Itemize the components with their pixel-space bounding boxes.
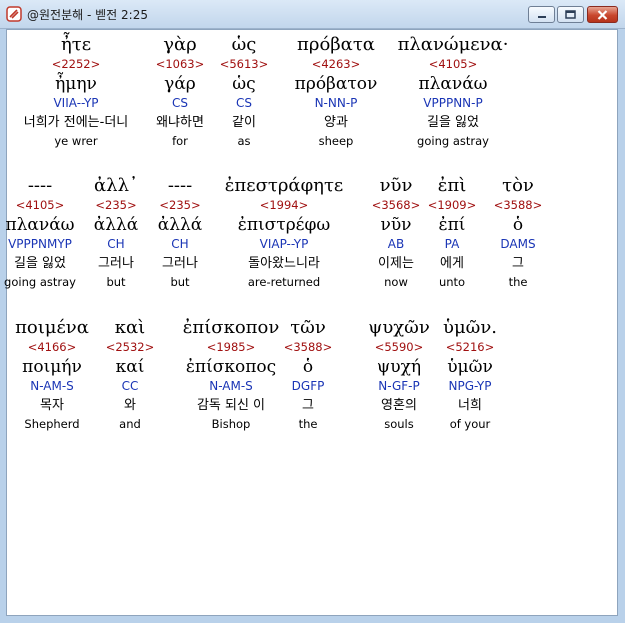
word-column[interactable]: τὸν <3588> ὁ DAMS 그 the — [443, 176, 593, 291]
close-icon — [597, 9, 608, 20]
maximize-icon — [565, 10, 576, 19]
lexical-form: ὑμῶν — [447, 357, 493, 377]
app-logo-icon — [6, 6, 22, 22]
korean-gloss: 너희 — [458, 398, 482, 413]
minimize-icon — [537, 15, 546, 18]
english-gloss: of your — [449, 417, 491, 431]
lexical-form: πλανάω — [418, 74, 488, 94]
word-column[interactable]: ὑμῶν. <5216> ὑμῶν NPG-YP 너희 of your — [395, 318, 545, 433]
interlinear-panel: ἦτε <2252> ἦμην VIIA--YP 너희가 전에는-더니 ye wrer γὰ… — [4, 29, 618, 616]
title-bar[interactable]: @원전분해 - 벧전 2:25 — [0, 0, 625, 29]
app-window: @원전분해 - 벧전 2:25 ἦτε <2252> ἦμην VIIA--YP 너희가… — [0, 0, 625, 623]
greek-word: τὸν — [502, 175, 534, 196]
parsing-code: DAMS — [500, 237, 536, 251]
strongs-number: <5216> — [445, 340, 495, 354]
lexical-form: ὁ — [512, 215, 524, 235]
korean-gloss: 그 — [512, 256, 524, 271]
strongs-number: <4105> — [428, 57, 478, 71]
word-column[interactable]: πλανώμενα· <4105> πλανάω VPPPNN-P 길을 잃었 going… — [378, 35, 528, 150]
korean-gloss: 길을 잃었 — [427, 115, 479, 130]
minimize-button[interactable] — [528, 6, 555, 23]
window-title: @원전분해 - 벧전 2:25 — [27, 8, 148, 22]
strongs-number: <3588> — [493, 198, 543, 212]
greek-word: πλανώμενα· — [397, 34, 509, 55]
english-gloss: going astray — [417, 134, 489, 148]
english-gloss: the — [508, 275, 528, 289]
greek-word: ὑμῶν. — [443, 317, 497, 338]
parsing-code: VPPPNN-P — [423, 96, 483, 110]
close-button[interactable] — [587, 6, 618, 23]
maximize-button[interactable] — [557, 6, 584, 23]
parsing-code: NPG-YP — [448, 379, 492, 393]
